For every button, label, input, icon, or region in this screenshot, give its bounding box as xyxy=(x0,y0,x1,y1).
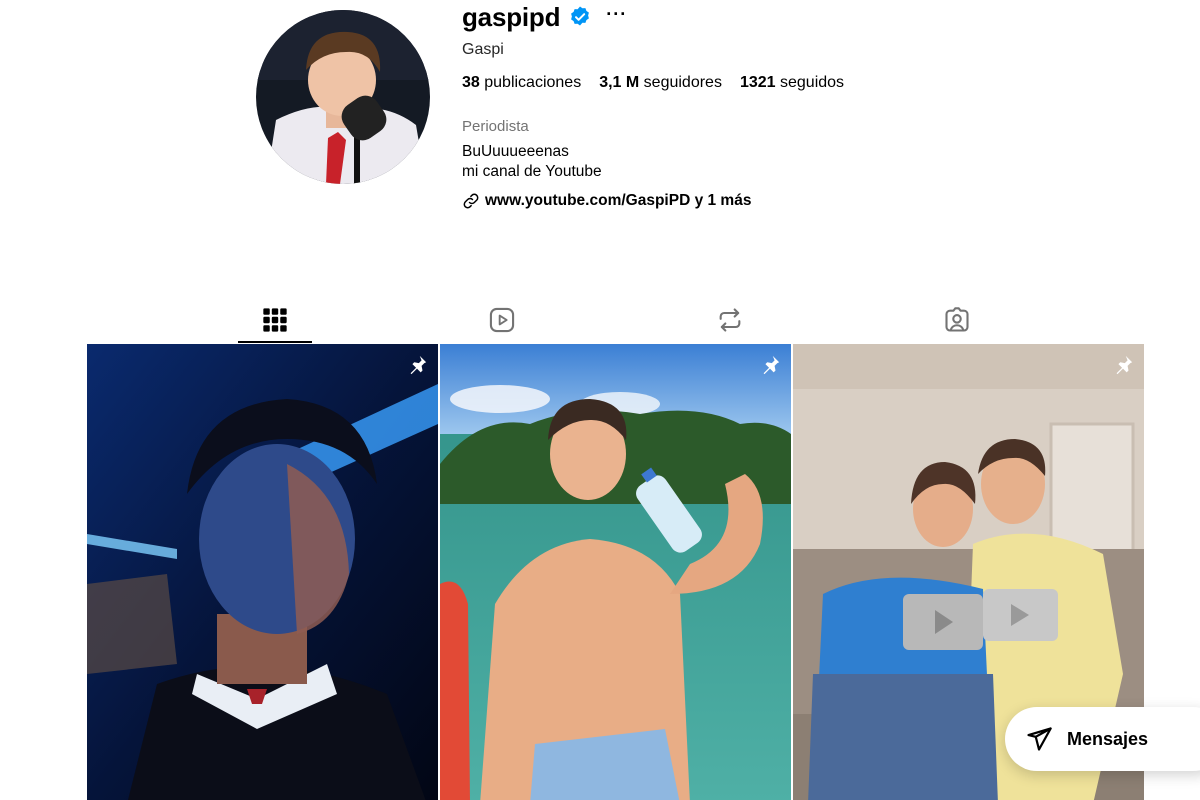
posts-grid xyxy=(87,344,1145,800)
profile-tabs xyxy=(238,297,998,343)
tagged-icon xyxy=(945,307,969,332)
profile-category: Periodista xyxy=(462,118,529,135)
post-1-image xyxy=(87,344,438,800)
following-stat[interactable]: 1321 seguidos xyxy=(740,74,844,92)
following-count: 1321 xyxy=(739,74,776,91)
followers-count: 3,1 M xyxy=(599,74,640,91)
bio-line-2: mi canal de Youtube xyxy=(462,163,602,180)
post-1[interactable] xyxy=(87,344,438,800)
full-name: Gaspi xyxy=(462,41,504,58)
verified-badge-icon xyxy=(571,6,590,26)
link-icon xyxy=(463,193,479,209)
profile-info: gaspipd ··· Gaspi 38 publicaciones 3,1 M… xyxy=(462,0,1162,210)
followers-label: seguidores xyxy=(643,74,722,91)
grid-icon xyxy=(263,308,287,332)
post-2-image xyxy=(440,344,791,800)
messages-button[interactable]: Mensajes xyxy=(1005,707,1200,771)
more-options-button[interactable]: ··· xyxy=(606,5,627,23)
profile-avatar[interactable] xyxy=(256,10,430,184)
external-link[interactable]: www.youtube.com/GaspiPD y 1 más xyxy=(462,192,751,210)
pin-icon xyxy=(410,355,427,375)
posts-count: 38 xyxy=(462,74,480,91)
post-2[interactable] xyxy=(440,344,791,800)
tab-reposts[interactable] xyxy=(693,297,767,343)
paper-plane-icon xyxy=(1027,727,1052,751)
messages-label: Mensajes xyxy=(1067,728,1149,749)
followers-stat[interactable]: 3,1 M seguidores xyxy=(599,74,722,92)
avatar-image xyxy=(256,10,430,184)
tab-posts[interactable] xyxy=(238,297,312,343)
pin-icon xyxy=(1116,355,1133,375)
tab-tagged[interactable] xyxy=(920,297,994,343)
external-link-text: www.youtube.com/GaspiPD y 1 más xyxy=(485,192,752,209)
username: gaspipd xyxy=(462,1,561,32)
bio-line-1: BuUuuueeenas xyxy=(462,143,569,160)
tab-reels[interactable] xyxy=(465,297,539,343)
username-row: gaspipd ··· xyxy=(462,0,1162,34)
pin-icon xyxy=(763,355,780,375)
reels-icon xyxy=(489,307,515,333)
profile-stats: 38 publicaciones 3,1 M seguidores 1321 s… xyxy=(462,74,844,92)
posts-label: publicaciones xyxy=(484,74,582,91)
repost-icon xyxy=(719,308,741,332)
posts-count-stat: 38 publicaciones xyxy=(462,74,581,92)
following-label: seguidos xyxy=(780,74,845,91)
